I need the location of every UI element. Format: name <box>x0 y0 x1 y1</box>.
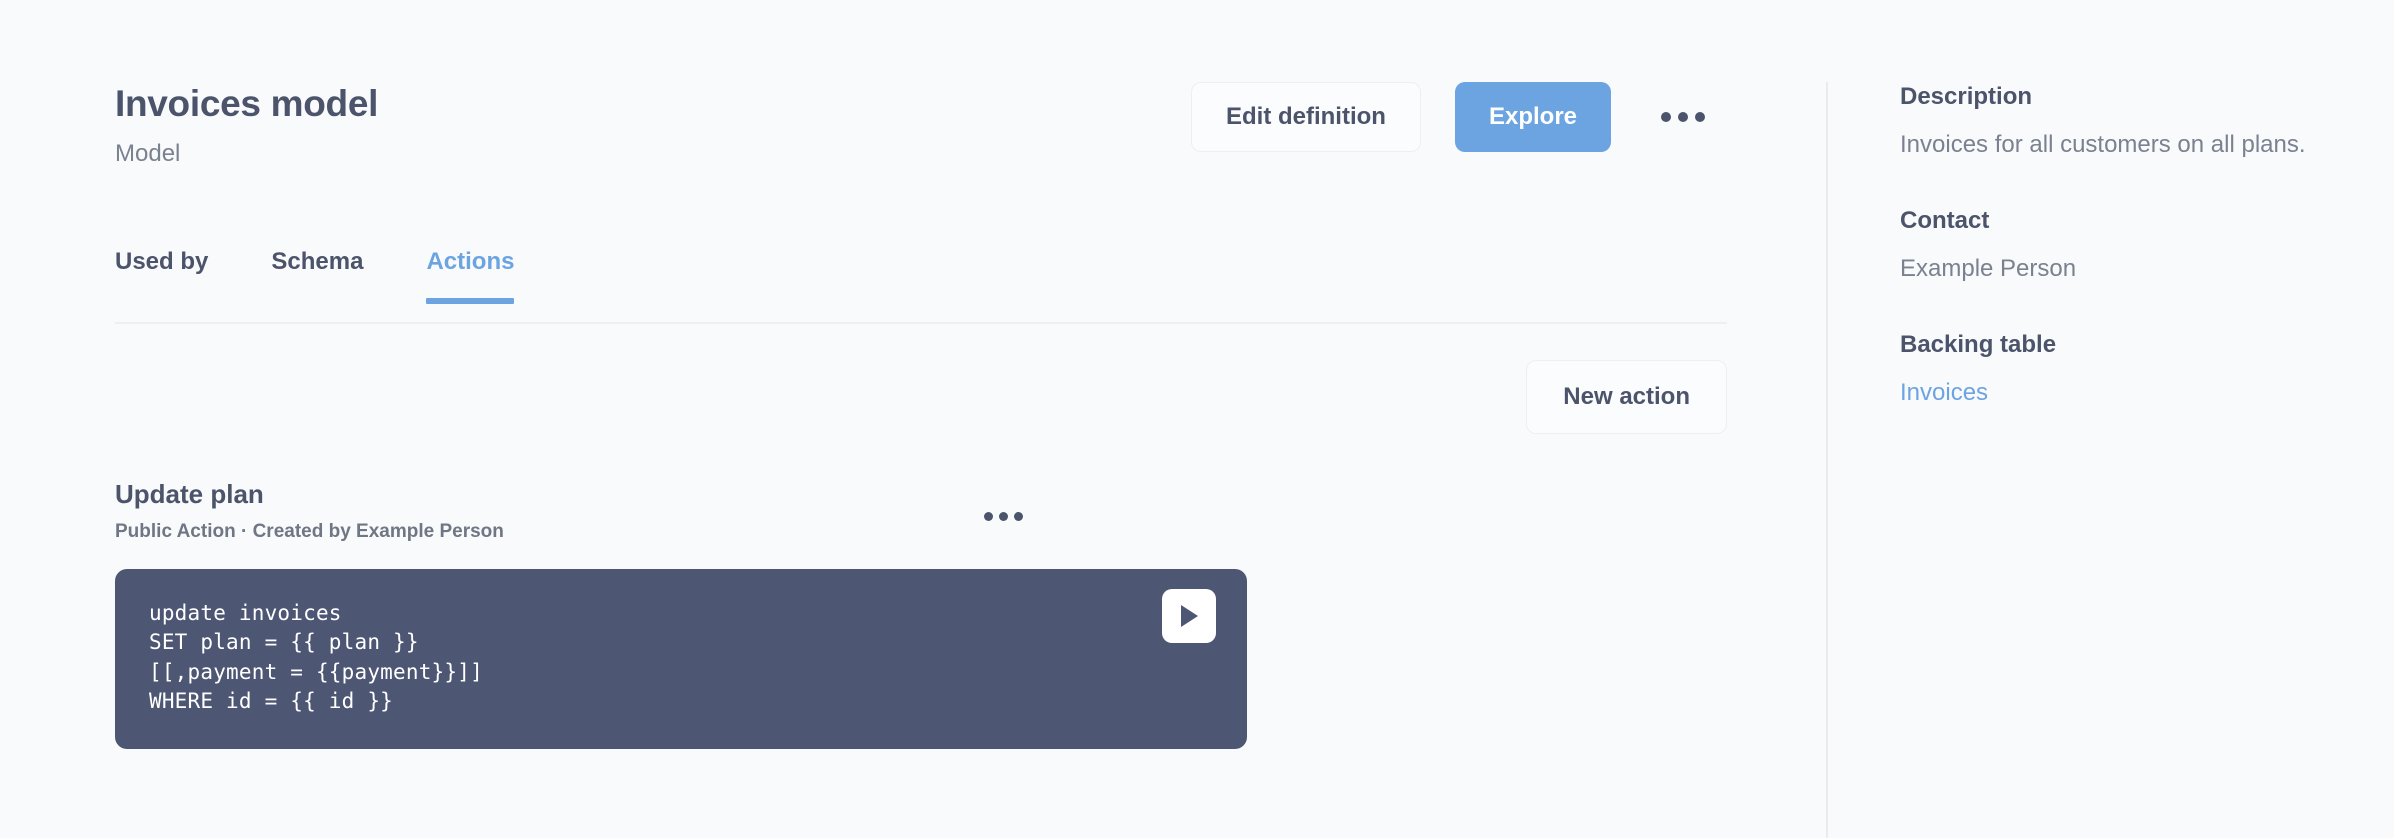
action-title: Update plan <box>115 479 264 509</box>
play-icon <box>1181 604 1198 627</box>
action-header: Update plan Public Action · Created by E… <box>115 479 1247 543</box>
ellipsis-horizontal-icon <box>984 512 993 521</box>
info-sidebar: Description Invoices for all customers o… <box>1900 82 2320 410</box>
page-title: Invoices model <box>115 83 379 124</box>
action-code-block: update invoices SET plan = {{ plan }} [[… <box>115 568 1247 749</box>
contact-text: Example Person <box>1900 254 2077 282</box>
sidebar-section-backing-table: Backing table Invoices <box>1900 330 2320 410</box>
page-header: Invoices model Model Edit definition Exp… <box>115 78 1727 168</box>
action-list-item: Update plan Public Action · Created by E… <box>115 479 1247 749</box>
description-text: Invoices for all customers on all plans. <box>1900 131 2306 158</box>
title-block: Invoices model Model <box>115 78 378 168</box>
action-sql-code: update invoices SET plan = {{ plan }} [[… <box>149 600 483 714</box>
tab-schema[interactable]: Schema <box>271 248 363 304</box>
ellipsis-horizontal-icon <box>1014 512 1023 521</box>
description-heading: Description <box>1900 83 2033 110</box>
backing-table-link[interactable]: Invoices <box>1900 377 1988 410</box>
new-action-row: New action <box>115 360 1727 434</box>
header-actions: Edit definition Explore <box>1190 78 1727 152</box>
backing-table-heading: Backing table <box>1900 330 2057 358</box>
ellipsis-horizontal-icon <box>999 512 1008 521</box>
run-action-button[interactable] <box>1162 588 1216 643</box>
edit-definition-button[interactable]: Edit definition <box>1190 82 1421 152</box>
contact-heading: Contact <box>1900 206 1990 234</box>
tab-actions[interactable]: Actions <box>426 248 515 304</box>
explore-button[interactable]: Explore <box>1454 82 1611 152</box>
action-metadata: Public Action · Created by Example Perso… <box>115 520 504 542</box>
sidebar-section-contact: Contact Example Person <box>1900 206 2320 286</box>
page-subtitle: Model <box>115 139 181 167</box>
action-more-menu-button[interactable] <box>972 502 1035 531</box>
action-title-group: Update plan Public Action · Created by E… <box>115 479 504 543</box>
new-action-button[interactable]: New action <box>1526 360 1727 434</box>
ellipsis-horizontal-icon <box>1695 112 1705 122</box>
model-detail-page: Invoices model Model Edit definition Exp… <box>0 0 2394 838</box>
sidebar-section-description: Description Invoices for all customers o… <box>1900 82 2320 162</box>
main-content: Invoices model Model Edit definition Exp… <box>0 0 1826 838</box>
tab-bar: Used by Schema Actions <box>115 248 515 304</box>
sidebar-divider <box>1826 82 1828 838</box>
header-more-menu-button[interactable] <box>1639 94 1727 140</box>
ellipsis-horizontal-icon <box>1678 112 1688 122</box>
tab-used-by[interactable]: Used by <box>115 248 208 304</box>
tab-bar-divider <box>115 322 1727 324</box>
ellipsis-horizontal-icon <box>1661 112 1671 122</box>
